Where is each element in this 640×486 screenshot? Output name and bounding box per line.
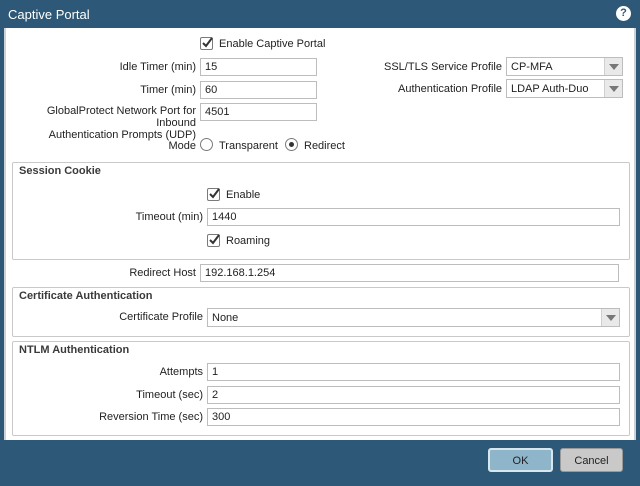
mode-redirect-radio[interactable]: [285, 138, 298, 151]
auth-profile-label: Authentication Profile: [398, 83, 502, 95]
ntlm-reversion-input[interactable]: 300: [207, 408, 620, 426]
ntlm-authentication-title: NTLM Authentication: [19, 344, 130, 356]
certificate-profile-label: Certificate Profile: [119, 311, 203, 323]
session-cookie-enable-label: Enable: [226, 189, 261, 201]
idle-timer-input[interactable]: 15: [200, 58, 317, 76]
dialog-titlebar: Captive Portal ?: [0, 0, 640, 28]
dialog-body: Enable Captive Portal Idle Timer (min) 1…: [4, 28, 636, 440]
auth-profile-value: LDAP Auth-Duo: [511, 83, 589, 95]
ok-button[interactable]: OK: [488, 448, 553, 472]
ssl-tls-select[interactable]: CP-MFA: [506, 57, 623, 76]
cookie-timeout-input[interactable]: 1440: [207, 208, 620, 226]
checkmark-icon: [202, 37, 213, 48]
ntlm-timeout-input[interactable]: 2: [207, 386, 620, 404]
gp-port-label-line1: GlobalProtect Network Port for Inbound: [46, 105, 196, 129]
enable-captive-portal-label: Enable Captive Portal: [219, 38, 326, 50]
ntlm-timeout-label: Timeout (sec): [136, 389, 203, 401]
certificate-authentication-title: Certificate Authentication: [19, 290, 153, 302]
ssl-tls-label: SSL/TLS Service Profile: [384, 61, 502, 73]
redirect-host-input[interactable]: 192.168.1.254: [200, 264, 619, 282]
mode-transparent-radio[interactable]: [200, 138, 213, 151]
ntlm-attempts-input[interactable]: 1: [207, 363, 620, 381]
mode-redirect-label: Redirect: [304, 140, 345, 152]
dialog-footer: OK Cancel: [0, 440, 640, 486]
dialog-title: Captive Portal: [8, 7, 90, 22]
help-icon[interactable]: ?: [616, 6, 631, 21]
mode-label: Mode: [168, 140, 196, 152]
auth-profile-select[interactable]: LDAP Auth-Duo: [506, 79, 623, 98]
roaming-label: Roaming: [226, 235, 271, 247]
certificate-profile-value: None: [212, 312, 239, 324]
idle-timer-label: Idle Timer (min): [119, 61, 196, 73]
session-cookie-title: Session Cookie: [19, 165, 101, 177]
chevron-down-icon[interactable]: [601, 309, 619, 326]
session-cookie-enable-checkbox[interactable]: [207, 188, 220, 201]
gp-port-input[interactable]: 4501: [200, 103, 317, 121]
mode-transparent-label: Transparent: [219, 140, 278, 152]
checkmark-icon: [209, 234, 220, 245]
ntlm-reversion-label: Reversion Time (sec): [99, 411, 203, 423]
chevron-down-icon[interactable]: [604, 58, 622, 75]
timer-input[interactable]: 60: [200, 81, 317, 99]
certificate-profile-select[interactable]: None: [207, 308, 620, 327]
redirect-host-label: Redirect Host: [129, 267, 196, 279]
certificate-authentication-group: Certificate Authentication Certificate P…: [12, 287, 630, 337]
ntlm-authentication-group: NTLM Authentication Attempts 1 Timeout (…: [12, 341, 630, 436]
checkmark-icon: [209, 188, 220, 199]
chevron-down-icon[interactable]: [604, 80, 622, 97]
gp-port-label: GlobalProtect Network Port for Inbound A…: [10, 105, 196, 141]
cookie-timeout-label: Timeout (min): [135, 211, 203, 223]
ssl-tls-value: CP-MFA: [511, 61, 553, 73]
timer-label: Timer (min): [140, 84, 196, 96]
session-cookie-group: Session Cookie Enable Timeout (min) 1440…: [12, 162, 630, 260]
cancel-button[interactable]: Cancel: [560, 448, 623, 472]
roaming-checkbox[interactable]: [207, 234, 220, 247]
ntlm-attempts-label: Attempts: [159, 366, 203, 378]
enable-captive-portal-checkbox[interactable]: [200, 37, 213, 50]
